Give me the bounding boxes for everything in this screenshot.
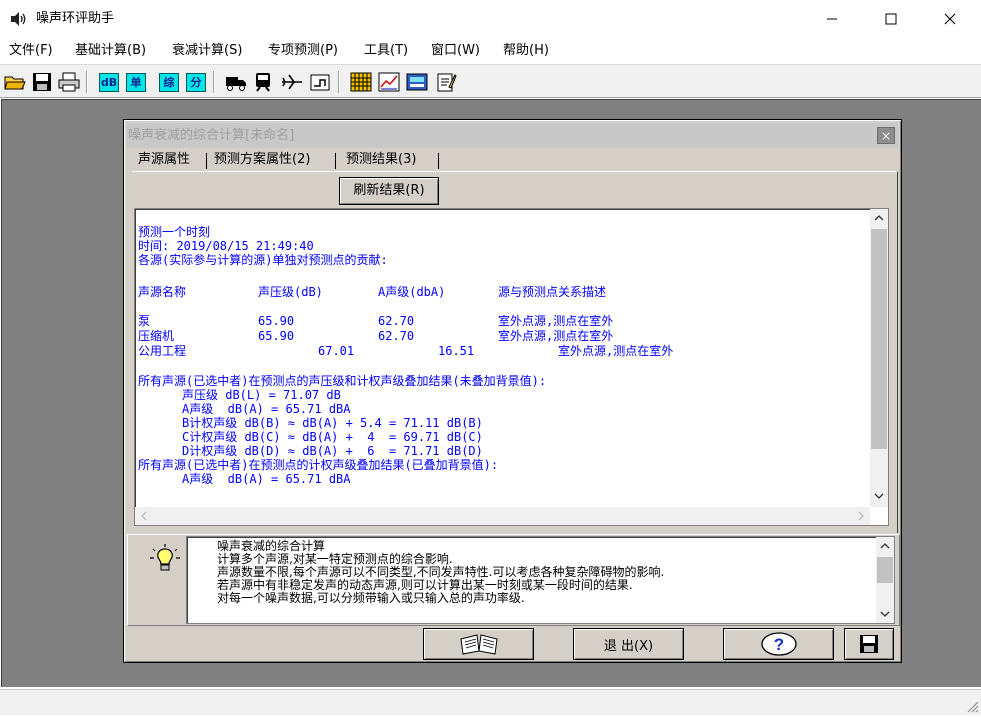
lightbulb-icon [148, 543, 182, 577]
dialog-caption-bar: 噪声衰减的综合计算[未命名] × [127, 123, 898, 148]
row-name: 泵 [138, 314, 151, 328]
maximize-button[interactable] [862, 0, 920, 38]
tab-divider [335, 153, 336, 169]
help-book-button[interactable] [423, 628, 534, 660]
row-desc: 室外点源,测点在室外 [498, 314, 614, 328]
scroll-down-arrow-icon[interactable] [876, 605, 894, 623]
description-vertical-scrollbar[interactable] [876, 537, 894, 623]
tab-prediction-results[interactable]: 预测结果(3) [346, 151, 416, 169]
save-icon[interactable] [30, 70, 54, 94]
results-textarea[interactable]: 预测一个时刻 时间: 2019/08/15 21:49:40 各源(实际参与计算… [134, 208, 889, 526]
sum-header: 所有声源(已选中者)在预测点的声压级和计权声级叠加结果(未叠加背景值): [138, 374, 547, 388]
dialog-close-button[interactable]: × [877, 127, 895, 144]
tab-source-properties[interactable]: 声源属性 [138, 151, 190, 169]
menu-basic-calc[interactable]: 基础计算(B) [75, 42, 146, 60]
sum-line: D计权声级 dB(D) ≈ dB(A) + 6 = 71.71 dB(D) [182, 444, 483, 458]
menu-special-prediction[interactable]: 专项预测(P) [268, 42, 338, 60]
db-calc-icon[interactable]: dB [97, 70, 121, 94]
result-time: 时间: 2019/08/15 21:49:40 [138, 239, 314, 253]
scroll-right-arrow-icon[interactable] [852, 507, 870, 525]
toolbar-separator [86, 71, 88, 93]
open-book-icon [459, 634, 498, 655]
row-a: 16.51 [438, 344, 475, 358]
sum-line: 声压级 dB(L) = 71.07 dB [182, 388, 341, 402]
combined-calc-icon[interactable]: 综 [157, 70, 181, 94]
results-horizontal-scrollbar[interactable] [135, 507, 870, 525]
svg-text:?: ? [773, 635, 783, 654]
exit-button[interactable]: 退 出(X) [573, 628, 684, 660]
save-result-button[interactable] [844, 628, 894, 660]
row-desc: 室外点源,测点在室外 [498, 329, 614, 343]
results-vertical-scrollbar[interactable] [870, 209, 888, 507]
col-source-name: 声源名称 [138, 285, 187, 299]
menu-bar: 文件(F) 基础计算(B) 衰减计算(S) 专项预测(P) 工具(T) 窗口(W… [0, 38, 981, 64]
row-name: 压缩机 [138, 329, 175, 343]
truck-icon[interactable] [224, 70, 248, 94]
menu-attenuation[interactable]: 衰减计算(S) [172, 42, 242, 60]
toolbar-separator [338, 71, 340, 93]
open-folder-icon[interactable] [3, 70, 27, 94]
description-content: 噪声衰减的综合计算 计算多个声源,对某一特定预测点的综合影响. 声源数量不限,每… [217, 540, 664, 605]
row-spl: 67.01 [318, 344, 355, 358]
minimize-button[interactable] [803, 0, 861, 38]
scroll-left-arrow-icon[interactable] [135, 507, 153, 525]
notepad-icon[interactable] [434, 70, 458, 94]
tab-scheme-properties[interactable]: 预测方案属性(2) [214, 151, 310, 169]
sum-line: A声级 dB(A) = 65.71 dBA [182, 402, 351, 416]
dialog-title: 噪声衰减的综合计算[未命名] [128, 128, 295, 143]
sum-line: C计权声级 dB(C) ≈ dB(A) + 4 = 69.71 dB(C) [182, 430, 483, 444]
result-header: 预测一个时刻 [138, 225, 211, 239]
train-icon[interactable] [251, 70, 275, 94]
description-textarea[interactable]: 噪声衰减的综合计算 计算多个声源,对某一特定预测点的综合影响. 声源数量不限,每… [186, 536, 895, 624]
band-calc-icon[interactable]: 分 [184, 70, 208, 94]
scroll-up-arrow-icon[interactable] [876, 537, 894, 555]
scroll-thumb[interactable] [877, 557, 893, 583]
row-a: 62.70 [378, 329, 415, 343]
sum-line: B计权声级 dB(B) ≈ dB(A) + 5.4 = 71.11 dB(B) [182, 416, 483, 430]
scroll-thumb[interactable] [871, 229, 887, 449]
row-spl: 65.90 [258, 314, 295, 328]
row-desc: 室外点源,测点在室外 [558, 344, 674, 358]
results-content: 预测一个时刻 时间: 2019/08/15 21:49:40 各源(实际参与计算… [138, 209, 863, 509]
bg-line: A声级 dB(A) = 65.71 dBA [182, 472, 351, 486]
col-a-level: A声级(dbA) [378, 285, 446, 299]
scroll-down-arrow-icon[interactable] [870, 487, 888, 505]
help-button[interactable]: ? [723, 628, 834, 660]
description-line: 对每一个噪声数据,可以分频带输入或只输入总的声功率级. [217, 591, 525, 605]
toolbar: dB 单 综 分 [0, 64, 981, 98]
aircraft-icon[interactable] [280, 70, 304, 94]
refresh-results-button[interactable]: 刷新结果(R) [339, 177, 439, 205]
status-bar [0, 689, 981, 715]
col-relation: 源与预测点关系描述 [498, 285, 607, 299]
title-bar: 噪声环评助手 [0, 0, 981, 38]
result-subheader: 各源(实际参与计算的源)单独对预测点的贡献: [138, 253, 388, 267]
tab-divider [438, 153, 439, 169]
description-panel: 噪声衰减的综合计算 计算多个声源,对某一特定预测点的综合影响. 声源数量不限,每… [127, 534, 900, 626]
grid-icon[interactable] [349, 70, 373, 94]
window-title: 噪声环评助手 [36, 11, 115, 26]
toolbar-separator [213, 71, 215, 93]
col-spl: 声压级(dB) [258, 285, 323, 299]
question-icon: ? [760, 632, 797, 656]
bg-header: 所有声源(已选中者)在预测点的计权声级叠加结果(已叠加背景值): [138, 458, 499, 472]
row-a: 62.70 [378, 314, 415, 328]
tab-divider [206, 153, 207, 169]
chart-icon[interactable] [377, 70, 401, 94]
close-button[interactable] [921, 0, 979, 38]
menu-tools[interactable]: 工具(T) [364, 42, 408, 60]
menu-window[interactable]: 窗口(W) [431, 42, 480, 60]
resize-grip-icon[interactable] [965, 699, 979, 713]
speaker-icon [9, 11, 29, 27]
menu-help[interactable]: 帮助(H) [503, 42, 549, 60]
print-icon[interactable] [57, 70, 81, 94]
menu-file[interactable]: 文件(F) [9, 42, 53, 60]
barrier-icon[interactable] [308, 70, 332, 94]
attenuation-calc-dialog: 噪声衰减的综合计算[未命名] × 声源属性 预测方案属性(2) 预测结果(3) … [123, 119, 902, 663]
row-spl: 65.90 [258, 329, 295, 343]
save-icon [860, 635, 878, 653]
scroll-up-arrow-icon[interactable] [870, 209, 888, 227]
row-name: 公用工程 [138, 344, 187, 358]
single-source-icon[interactable]: 单 [124, 70, 148, 94]
calculator-icon[interactable] [405, 70, 429, 94]
